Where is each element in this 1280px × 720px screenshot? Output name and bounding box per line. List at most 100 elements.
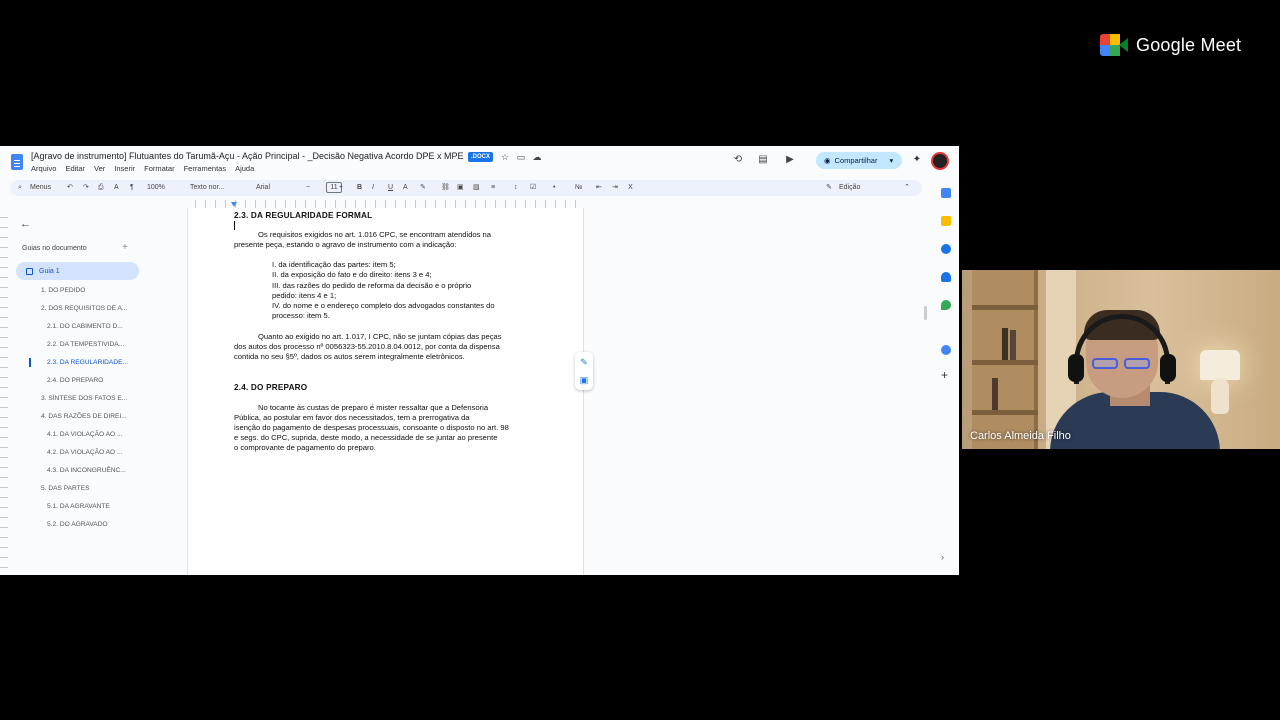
- suggest-image-icon[interactable]: ▣: [579, 375, 589, 385]
- editing-mode-select[interactable]: Edição: [839, 183, 860, 193]
- indent-marker[interactable]: [231, 202, 237, 207]
- align-icon[interactable]: ≡: [491, 183, 495, 193]
- book: [992, 378, 998, 410]
- insert-image-icon[interactable]: ▨: [473, 183, 480, 193]
- google-docs-icon[interactable]: [11, 154, 23, 170]
- paragraph-line: o comprovante de pagamento do preparo.: [234, 443, 376, 452]
- print-icon[interactable]: ⎙: [98, 183, 104, 193]
- spellcheck-icon[interactable]: A: [114, 183, 119, 193]
- menu-formatar[interactable]: Formatar: [144, 164, 174, 173]
- share-button-label: Compartilhar: [834, 156, 878, 165]
- calendar-icon[interactable]: [941, 188, 951, 198]
- search-icon[interactable]: ⌕: [18, 183, 22, 193]
- text-color-icon[interactable]: A: [403, 183, 408, 193]
- menu-ferramentas[interactable]: Ferramentas: [184, 164, 227, 173]
- cloud-status-icon[interactable]: ☁: [532, 152, 542, 162]
- back-arrow-icon[interactable]: ←: [20, 218, 31, 230]
- version-history-icon[interactable]: ⟲: [732, 154, 744, 166]
- menu-inserir[interactable]: Inserir: [114, 164, 135, 173]
- shelf-board: [972, 305, 1038, 310]
- outline-item[interactable]: 2. DOS REQUISITOS DE A...: [41, 305, 127, 312]
- participant-tile[interactable]: Carlos Almeida Filho: [962, 270, 1280, 449]
- edit-pen-icon[interactable]: ✎: [579, 357, 589, 367]
- redo-icon[interactable]: ↷: [83, 183, 89, 193]
- tasks-icon[interactable]: [941, 244, 951, 254]
- google-meet-wordmark: Google Meet: [1136, 34, 1242, 55]
- numbered-list-icon[interactable]: №: [575, 183, 583, 193]
- addon-icon[interactable]: [941, 345, 951, 355]
- section-heading: 2.4. DO PREPARO: [234, 383, 308, 392]
- maps-icon[interactable]: [941, 300, 951, 310]
- lamp: [1200, 350, 1240, 380]
- comments-icon[interactable]: ▤: [757, 154, 769, 166]
- list-line: I. da identificação das partes: item 5;: [272, 260, 396, 269]
- outline-item[interactable]: 2.1. DO CABIMENTO D...: [47, 323, 123, 330]
- link-icon[interactable]: ⛓: [441, 183, 450, 193]
- outline-item[interactable]: 5. DAS PARTES: [41, 485, 90, 492]
- decrease-font-icon[interactable]: −: [306, 183, 310, 193]
- chevron-up-icon[interactable]: ⌃: [904, 183, 910, 193]
- paint-format-icon[interactable]: ¶: [130, 183, 134, 193]
- list-line: IV. do nome e o endereço completo dos ad…: [272, 301, 495, 310]
- section-heading: 2.3. DA REGULARIDADE FORMAL: [234, 211, 373, 220]
- outline-item[interactable]: 1. DO PEDIDO: [41, 287, 85, 294]
- menus-search[interactable]: Menus: [30, 183, 51, 193]
- document-page[interactable]: 2.3. DA REGULARIDADE FORMAL Os requisito…: [187, 208, 584, 575]
- share-button[interactable]: ◉ Compartilhar ▾: [816, 152, 902, 169]
- outline-item[interactable]: 5.2. DO AGRAVADO: [47, 521, 108, 528]
- outline-item-active[interactable]: 2.3. DA REGULARIDADE...: [47, 359, 128, 366]
- lamp-base: [1211, 378, 1229, 414]
- line-spacing-icon[interactable]: ↕: [514, 183, 518, 193]
- document-outline-sidebar: ← Guias no documento + Guia 1 1. DO PEDI…: [8, 208, 186, 575]
- outline-item[interactable]: 2.4. DO PREPARO: [47, 377, 103, 384]
- meet-present-icon[interactable]: ▶: [784, 154, 796, 166]
- increase-font-icon[interactable]: +: [339, 183, 343, 193]
- keep-icon[interactable]: [941, 216, 951, 226]
- style-select[interactable]: Texto nor...: [190, 183, 224, 193]
- outline-item[interactable]: 4.1. DA VIOLAÇÃO AO ...: [47, 431, 123, 438]
- paragraph-line: Pública, ao postular em favor dos necess…: [234, 413, 470, 422]
- tab-guia-1[interactable]: Guia 1: [16, 262, 139, 280]
- vertical-ruler: [0, 208, 8, 575]
- contacts-icon[interactable]: [941, 272, 951, 282]
- add-comment-icon[interactable]: ▣: [457, 183, 464, 193]
- add-tab-icon[interactable]: +: [122, 242, 128, 253]
- horizontal-ruler: [186, 200, 584, 208]
- font-select[interactable]: Arial: [256, 183, 270, 193]
- paragraph-line: isenção do pagamento de despesas process…: [234, 423, 509, 432]
- scrollbar-thumb[interactable]: [924, 306, 927, 320]
- menu-arquivo[interactable]: Arquivo: [31, 164, 56, 173]
- bold-icon[interactable]: B: [357, 183, 362, 193]
- menu-ajuda[interactable]: Ajuda: [235, 164, 254, 173]
- gemini-icon[interactable]: ✦: [911, 154, 923, 166]
- menu-ver[interactable]: Ver: [94, 164, 105, 173]
- outline-item[interactable]: 5.1. DA AGRAVANTE: [47, 503, 110, 510]
- outline-item[interactable]: 4.3. DA INCONGRUÊNC...: [47, 467, 126, 474]
- chevron-right-icon[interactable]: ›: [941, 552, 944, 562]
- italic-icon[interactable]: I: [372, 183, 374, 193]
- meet-stage: Google Meet [Agravo de instrumento] Flut…: [0, 0, 1280, 720]
- tab-icon: [26, 267, 33, 275]
- increase-indent-icon[interactable]: ⇥: [612, 183, 618, 193]
- star-icon[interactable]: ☆: [500, 152, 510, 162]
- google-meet-logo-icon: [1100, 34, 1128, 56]
- decrease-indent-icon[interactable]: ⇤: [596, 183, 602, 193]
- move-folder-icon[interactable]: ▭: [516, 152, 526, 162]
- outline-item[interactable]: 2.2. DA TEMPESTIVIDA...: [47, 341, 124, 348]
- outline-item[interactable]: 4.2. DA VIOLAÇÃO AO ...: [47, 449, 123, 456]
- clear-formatting-icon[interactable]: Ⅹ: [628, 183, 633, 193]
- outline-item[interactable]: 4. DAS RAZÕES DE DIREI...: [41, 413, 127, 420]
- outline-item[interactable]: 3. SÍNTESE DOS FATOS E...: [41, 395, 127, 402]
- document-title[interactable]: [Agravo de instrumento] Flutuantes do Ta…: [31, 151, 464, 161]
- list-line: II. da exposição do fato e do direito: i…: [272, 270, 432, 279]
- headset-earcup: [1068, 354, 1084, 382]
- undo-icon[interactable]: ↶: [67, 183, 73, 193]
- bulleted-list-icon[interactable]: •: [553, 183, 555, 193]
- account-avatar[interactable]: [931, 152, 949, 170]
- highlight-icon[interactable]: ✎: [420, 183, 426, 193]
- checklist-icon[interactable]: ☑: [530, 183, 536, 193]
- zoom-select[interactable]: 100%: [147, 183, 165, 193]
- underline-icon[interactable]: U: [388, 183, 393, 193]
- add-icon[interactable]: +: [941, 369, 951, 381]
- menu-editar[interactable]: Editar: [65, 164, 85, 173]
